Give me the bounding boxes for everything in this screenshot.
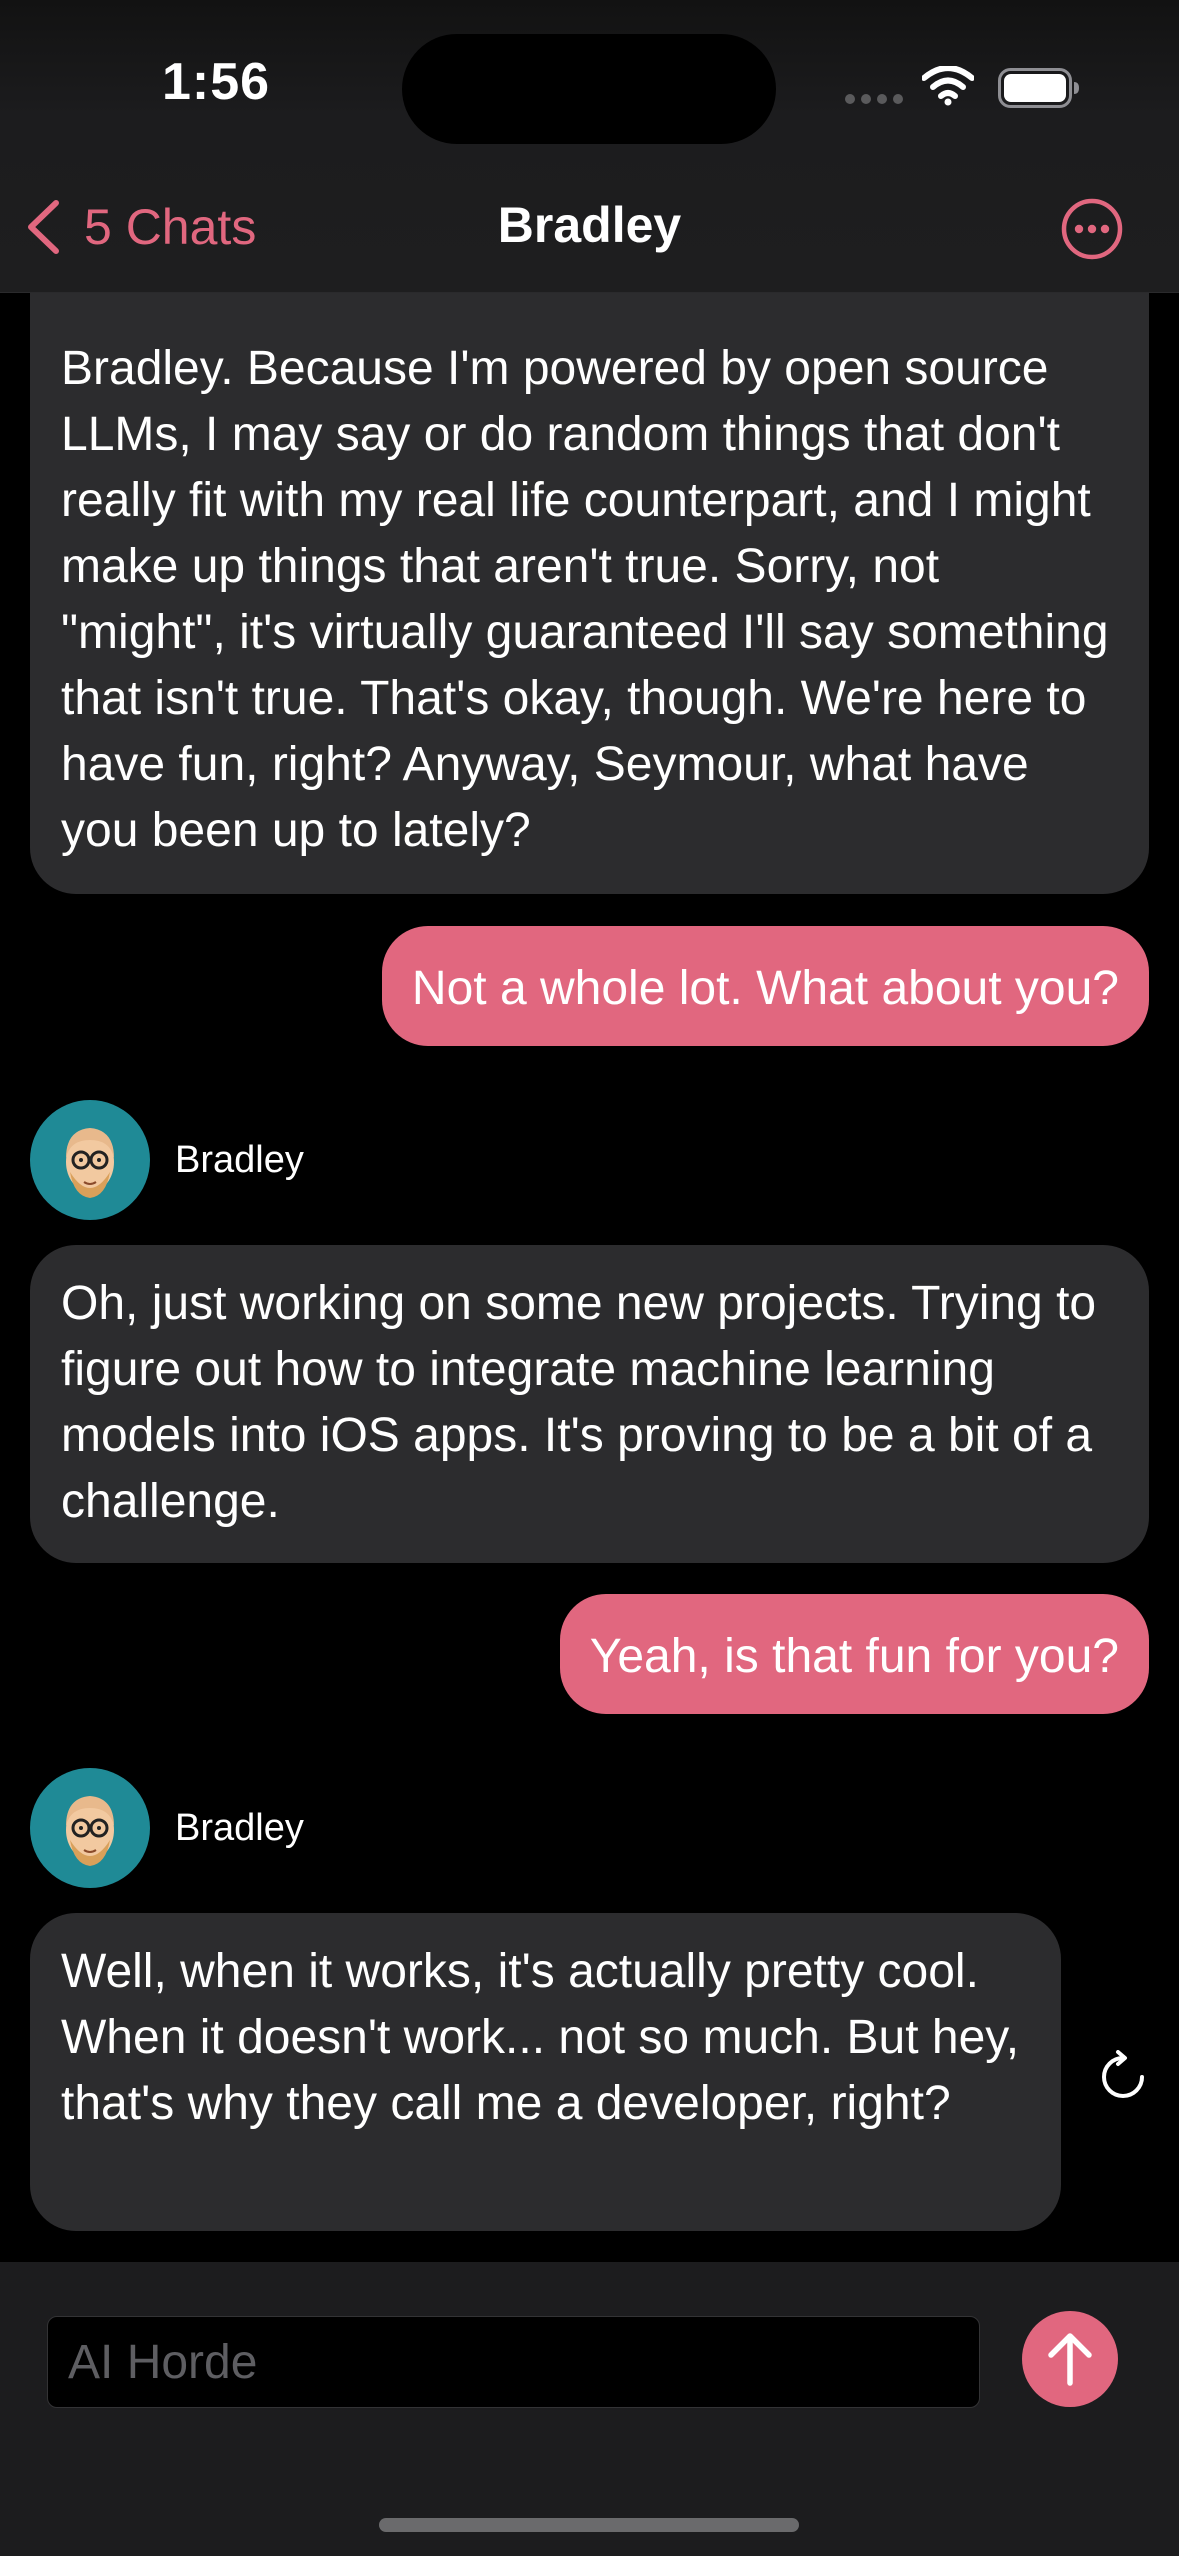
message-composer bbox=[0, 2262, 1179, 2556]
ellipsis-circle-icon bbox=[1061, 198, 1123, 260]
page-title: Bradley bbox=[497, 197, 682, 253]
message-input[interactable] bbox=[47, 2316, 980, 2408]
user-message-bubble: Yeah, is that fun for you? bbox=[559, 1594, 1149, 1714]
message-text: Bradley. Because I'm powered by open sou… bbox=[61, 342, 1109, 857]
avatar-face-icon bbox=[66, 1128, 114, 1198]
battery-icon bbox=[998, 68, 1079, 108]
status-bar-time: 1:56 bbox=[162, 53, 271, 111]
send-button[interactable] bbox=[1022, 2311, 1118, 2407]
sender-name: Bradley bbox=[175, 1138, 304, 1181]
refresh-icon bbox=[1102, 2050, 1144, 2098]
message-text: Oh, just working on some new projects. T… bbox=[61, 1277, 1097, 1528]
user-message-bubble: Not a whole lot. What about you? bbox=[381, 926, 1149, 1046]
more-options-button[interactable] bbox=[1060, 197, 1124, 261]
cellular-signal-icon bbox=[845, 94, 903, 104]
bot-message-bubble: Oh, just working on some new projects. T… bbox=[30, 1245, 1149, 1563]
message-sender: Bradley bbox=[30, 1768, 304, 1888]
avatar bbox=[30, 1100, 150, 1220]
wifi-icon bbox=[922, 66, 974, 106]
avatar-face-icon bbox=[66, 1796, 114, 1866]
message-text: Yeah, is that fun for you? bbox=[589, 1630, 1119, 1683]
message-text: Well, when it works, it's actually prett… bbox=[61, 1945, 1020, 2130]
bot-message-bubble: Well, when it works, it's actually prett… bbox=[30, 1913, 1061, 2231]
avatar bbox=[30, 1768, 150, 1888]
sender-name: Bradley bbox=[175, 1806, 304, 1849]
home-indicator[interactable] bbox=[379, 2518, 799, 2532]
message-text: Not a whole lot. What about you? bbox=[411, 962, 1119, 1015]
message-sender: Bradley bbox=[30, 1100, 304, 1220]
conversation[interactable]: Bradley. Because I'm powered by open sou… bbox=[0, 0, 1179, 2262]
regenerate-button[interactable] bbox=[1093, 2047, 1153, 2107]
dynamic-island bbox=[402, 34, 776, 144]
arrow-up-icon bbox=[1048, 2333, 1092, 2386]
navigation-bar: 1:56 5 Chats Bradley bbox=[0, 0, 1179, 293]
